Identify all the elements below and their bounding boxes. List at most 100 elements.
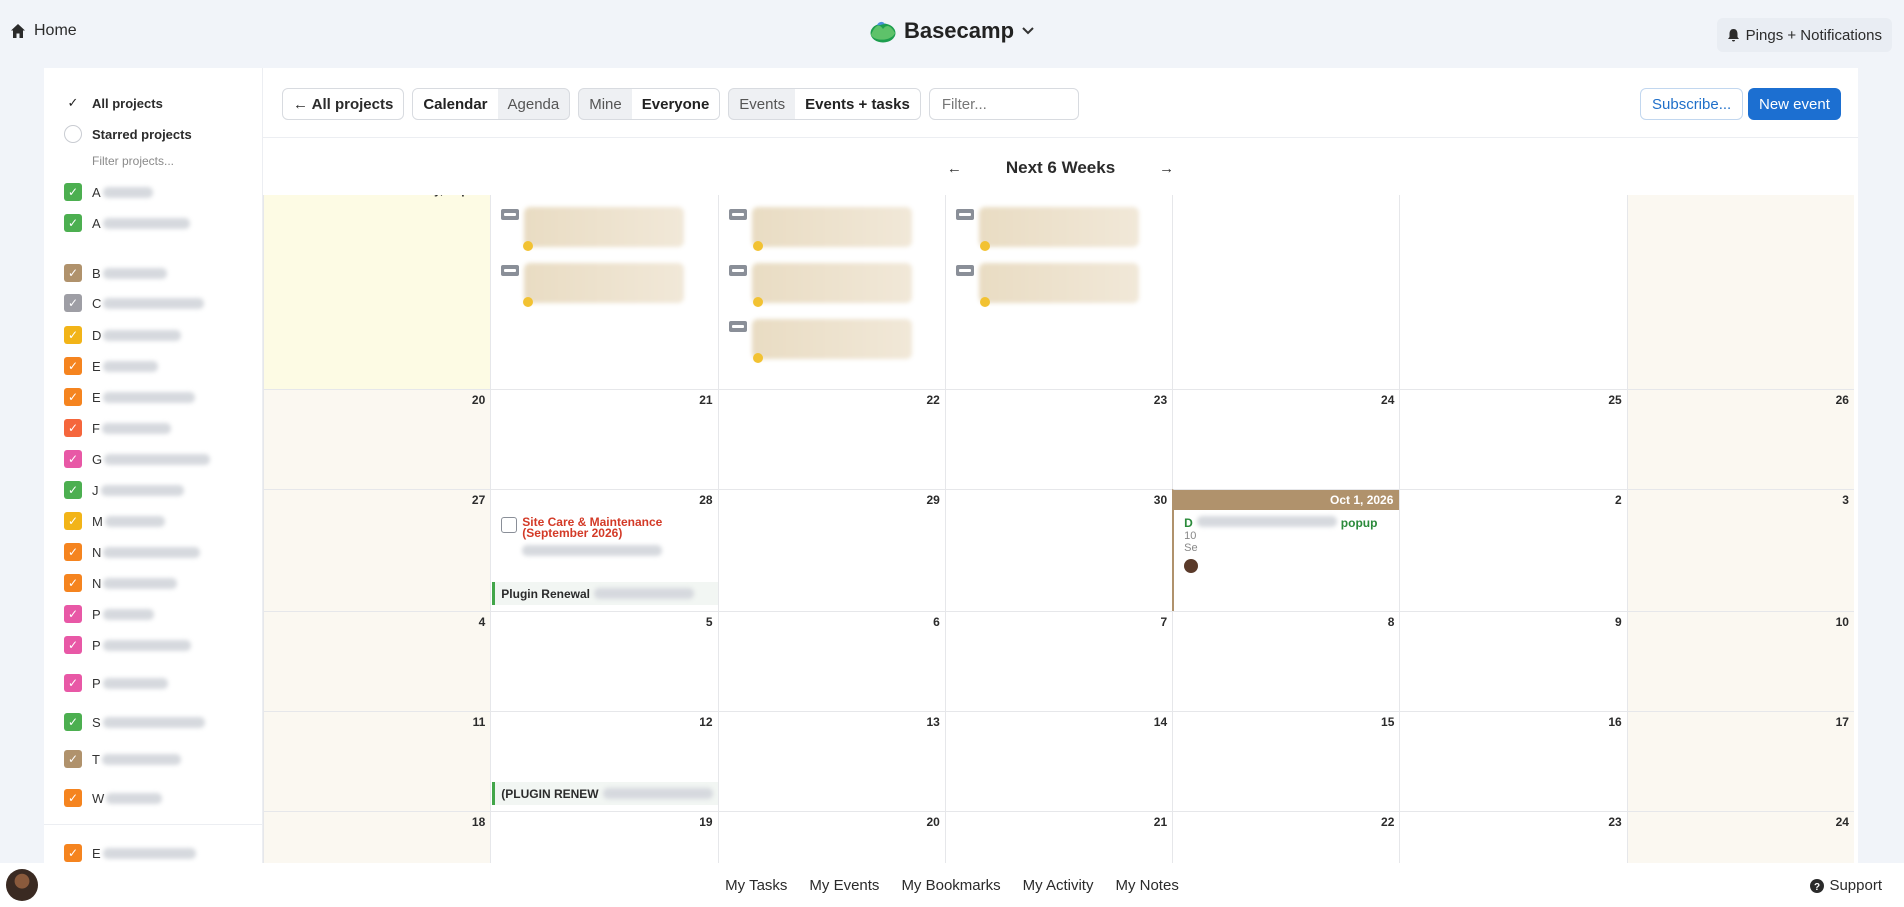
- day-cell[interactable]: 2: [1399, 489, 1627, 611]
- event-item[interactable]: [955, 207, 1139, 251]
- task-item[interactable]: Site Care & Maintenance (September 2026): [501, 516, 672, 559]
- mine-button[interactable]: Mine: [579, 89, 632, 119]
- project-item[interactable]: ✓ F: [64, 418, 171, 438]
- project-item[interactable]: ✓ E: [64, 387, 195, 407]
- day-cell[interactable]: 23: [1399, 811, 1627, 863]
- agenda-view-button[interactable]: Agenda: [498, 89, 570, 119]
- day-cell[interactable]: 9: [1399, 611, 1627, 711]
- day-number: 29: [926, 493, 940, 507]
- previous-period-button[interactable]: ←: [947, 160, 962, 177]
- day-cell[interactable]: Oct 1, 2026 Dpopup 10 Se: [1172, 489, 1400, 611]
- day-cell[interactable]: 22: [717, 389, 945, 489]
- project-item[interactable]: ✓ T: [64, 749, 181, 769]
- day-cell[interactable]: 10: [1626, 611, 1854, 711]
- day-cell[interactable]: 6: [717, 611, 945, 711]
- project-item[interactable]: ✓ E: [64, 843, 196, 863]
- plugin-renewal-event[interactable]: Plugin Renewal: [492, 582, 719, 605]
- project-item[interactable]: ✓ P: [64, 604, 154, 624]
- task-checkbox[interactable]: [501, 517, 518, 533]
- avatar[interactable]: [6, 869, 38, 901]
- day-cell[interactable]: 23: [944, 389, 1173, 489]
- project-item[interactable]: ✓ N: [64, 542, 201, 562]
- bottom-link-my-activity[interactable]: My Activity: [1023, 877, 1094, 894]
- project-item[interactable]: ✓ A: [64, 182, 153, 202]
- day-cell[interactable]: 14: [944, 711, 1173, 811]
- day-cell[interactable]: 17: [1172, 195, 1400, 389]
- project-item[interactable]: ✓ C: [64, 293, 205, 313]
- events-button[interactable]: Events: [729, 89, 795, 119]
- day-cell[interactable]: 24: [1172, 389, 1400, 489]
- event-item[interactable]: [501, 263, 685, 307]
- plugin-renewal-event[interactable]: (PLUGIN RENEW: [492, 782, 719, 805]
- day-cell[interactable]: 18: [263, 811, 491, 863]
- day-cell[interactable]: 20: [263, 389, 491, 489]
- project-item[interactable]: ✓ A: [64, 213, 190, 233]
- support-link[interactable]: ? Support: [1810, 877, 1882, 894]
- day-cell[interactable]: 13: [717, 711, 945, 811]
- day-cell[interactable]: 19: [490, 811, 718, 863]
- project-item[interactable]: ✓ W: [64, 788, 163, 808]
- bottom-link-my-tasks[interactable]: My Tasks: [725, 877, 787, 894]
- event-item[interactable]: [955, 263, 1139, 307]
- day-cell[interactable]: Today, Sep 13: [263, 195, 491, 389]
- new-event-button[interactable]: New event: [1748, 88, 1841, 120]
- day-cell[interactable]: 14: [490, 195, 718, 389]
- day-cell[interactable]: 12 (PLUGIN RENEW: [490, 711, 719, 811]
- day-cell[interactable]: 30: [944, 489, 1173, 611]
- project-item[interactable]: ✓ N: [64, 573, 178, 593]
- project-item[interactable]: ✓ J: [64, 480, 184, 500]
- day-cell[interactable]: 20: [717, 811, 945, 863]
- subscribe-button[interactable]: Subscribe...: [1640, 88, 1744, 120]
- event-item[interactable]: [728, 319, 912, 363]
- day-cell[interactable]: 22: [1172, 811, 1400, 863]
- day-cell[interactable]: 27: [263, 489, 491, 611]
- filter-input[interactable]: [928, 88, 1079, 120]
- project-item[interactable]: ✓ B: [64, 263, 167, 283]
- day-cell[interactable]: 21: [944, 811, 1173, 863]
- day-cell[interactable]: 16: [1399, 711, 1627, 811]
- event-item[interactable]: Dpopup 10 Se: [1184, 516, 1394, 573]
- everyone-button[interactable]: Everyone: [631, 89, 720, 119]
- day-cell[interactable]: 11: [263, 711, 491, 811]
- pings-notifications-button[interactable]: Pings + Notifications: [1716, 18, 1892, 52]
- day-cell[interactable]: 4: [263, 611, 491, 711]
- project-item[interactable]: ✓ P: [64, 635, 191, 655]
- day-cell[interactable]: 25: [1399, 389, 1627, 489]
- day-cell[interactable]: 3: [1626, 489, 1854, 611]
- calendar-view-button[interactable]: Calendar: [413, 89, 498, 119]
- home-link[interactable]: Home: [10, 22, 77, 40]
- day-cell[interactable]: 15: [717, 195, 945, 389]
- day-cell[interactable]: 8: [1172, 611, 1400, 711]
- all-projects-option[interactable]: ✓ All projects: [64, 94, 163, 112]
- all-projects-back-button[interactable]: ← All projects: [282, 88, 405, 120]
- project-item[interactable]: ✓ P: [64, 673, 168, 693]
- event-item[interactable]: [501, 207, 685, 251]
- starred-projects-option[interactable]: Starred projects: [64, 125, 192, 143]
- day-cell[interactable]: 5: [490, 611, 718, 711]
- events-tasks-button[interactable]: Events + tasks: [795, 89, 920, 119]
- day-cell[interactable]: 17: [1626, 711, 1854, 811]
- bottom-link-my-bookmarks[interactable]: My Bookmarks: [901, 877, 1000, 894]
- day-cell[interactable]: 29: [717, 489, 945, 611]
- project-item[interactable]: ✓ M: [64, 511, 165, 531]
- day-cell[interactable]: 19: [1626, 195, 1854, 389]
- next-period-button[interactable]: →: [1159, 160, 1174, 177]
- day-cell[interactable]: 7: [944, 611, 1173, 711]
- day-cell[interactable]: 26: [1626, 389, 1854, 489]
- event-item[interactable]: [728, 263, 912, 307]
- filter-projects-input[interactable]: [92, 154, 242, 168]
- day-cell[interactable]: 21: [490, 389, 718, 489]
- bottom-link-my-events[interactable]: My Events: [809, 877, 879, 894]
- project-item[interactable]: ✓ G: [64, 449, 211, 469]
- project-item[interactable]: ✓ S: [64, 712, 205, 732]
- project-item[interactable]: ✓ E: [64, 356, 158, 376]
- bottom-link-my-notes[interactable]: My Notes: [1115, 877, 1178, 894]
- day-cell[interactable]: 28 Site Care & Maintenance (September 202…: [490, 489, 719, 611]
- brand-menu[interactable]: Basecamp: [870, 18, 1034, 44]
- event-item[interactable]: [728, 207, 912, 251]
- day-cell[interactable]: 18: [1399, 195, 1627, 389]
- day-cell[interactable]: 16: [944, 195, 1173, 389]
- day-cell[interactable]: 15: [1172, 711, 1400, 811]
- day-cell[interactable]: 24: [1626, 811, 1854, 863]
- project-item[interactable]: ✓ D: [64, 325, 182, 345]
